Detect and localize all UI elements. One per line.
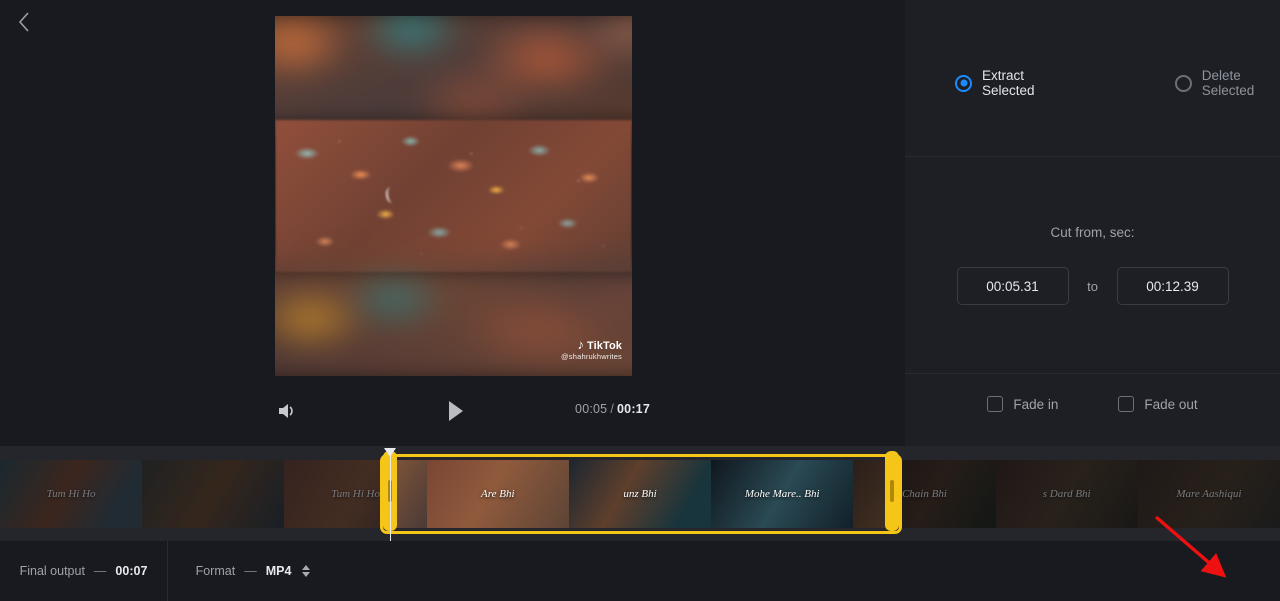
checkbox-fade-in[interactable]: Fade in [987,396,1058,412]
radio-delete-label: Delete Selected [1201,68,1255,98]
final-output-dash: — [93,564,107,578]
cut-end-input[interactable] [1116,267,1229,305]
tiktok-brand-label: TikTok [586,339,622,352]
filmstrip-thumbnail[interactable] [142,460,285,528]
filmstrip-thumbnail[interactable]: Chain Bhi [853,460,996,528]
filmstrip-thumbnail[interactable]: Tum Hi Ho [0,460,143,528]
volume-button[interactable] [274,398,302,424]
video-editor-window: ♪ TikTok @shahrukhwrites 00:05/00:17 Ext… [0,0,1280,601]
tiktok-note-icon: ♪ [577,337,584,353]
timeline[interactable]: Tum Hi Ho Tum Hi Ho Are Bhi unz Bhi Mohe Mar… [0,446,1280,541]
filmstrip-caption: Mohe Mare.. Bhi [744,488,820,500]
video-blur-top [275,16,632,130]
time-separator: / [610,402,615,416]
tiktok-watermark: ♪ TikTok @shahrukhwrites [560,337,622,362]
radio-extract-selected[interactable]: Extract Selected [955,68,1063,98]
final-output-info: Final output — 00:07 [0,541,168,601]
filmstrip-caption: Tum Hi Ho [46,488,96,500]
format-label: Format [195,564,236,578]
checkbox-unchecked-icon [1118,396,1135,412]
filmstrip-thumbnail[interactable]: unz Bhi [568,460,712,528]
mode-section: Extract Selected Delete Selected [905,0,1280,157]
options-panel: Extract Selected Delete Selected Cut fro… [905,0,1280,446]
player-controls: 00:05/00:17 [260,392,650,430]
filmstrip[interactable]: Tum Hi Ho Tum Hi Ho Are Bhi unz Bhi Mohe Mar… [0,460,1280,528]
fade-section: Fade in Fade out [905,374,1280,446]
fade-out-label: Fade out [1144,396,1198,412]
filmstrip-thumbnail[interactable]: Tum Hi Ho [284,460,427,528]
filmstrip-thumbnail[interactable]: Are Bhi [426,460,569,528]
fade-options: Fade in Fade out [905,396,1280,412]
radio-off-icon [1174,74,1192,92]
filmstrip-thumbnail[interactable]: Mohe Mare.. Bhi [711,460,854,528]
final-output-value: 00:07 [115,564,148,578]
current-time: 00:05 [575,402,608,416]
format-value: MP4 [265,564,292,578]
timeline-playhead[interactable] [384,448,396,541]
fade-in-label: Fade in [1013,396,1059,412]
filmstrip-thumbnail[interactable]: Mare Aashiqui [1137,460,1280,528]
total-time: 00:17 [617,402,650,416]
tiktok-handle-label: @shahrukhwrites [560,352,622,362]
filmstrip-caption: s Dard Bhi [1042,488,1091,500]
range-inputs: to [905,267,1280,305]
range-section: Cut from, sec: to [905,157,1280,374]
range-to-label: to [1087,278,1098,294]
cut-from-label: Cut from, sec: [1050,225,1135,240]
format-selector[interactable]: Format — MP4 [168,541,338,601]
filmstrip-caption: Chain Bhi [901,488,947,500]
video-frame-content [275,120,632,272]
filmstrip-caption: Tum Hi Ho [331,488,380,500]
video-preview[interactable]: ♪ TikTok @shahrukhwrites [275,16,632,376]
preview-area: ♪ TikTok @shahrukhwrites 00:05/00:17 [0,0,905,446]
checkbox-fade-out[interactable]: Fade out [1118,396,1198,412]
radio-extract-label: Extract Selected [982,68,1035,98]
play-icon [449,401,463,421]
stepper-updown-icon[interactable] [302,565,311,577]
chevron-left-icon [18,12,29,32]
filmstrip-caption: Are Bhi [481,488,515,500]
format-dash: — [244,564,257,578]
filmstrip-thumbnail[interactable]: s Dard Bhi [995,460,1138,528]
final-output-label: Final output [19,564,85,578]
bottom-bar: Final output — 00:07 Format — MP4 Export [0,541,1280,601]
radio-on-icon [955,74,972,92]
back-button[interactable] [8,6,40,38]
filmstrip-caption: unz Bhi [623,488,657,500]
time-display: 00:05/00:17 [575,402,650,416]
filmstrip-caption: Mare Aashiqui [1176,488,1242,500]
speaker-volume-icon [279,404,293,418]
cut-start-input[interactable] [956,267,1069,305]
checkbox-unchecked-icon [987,396,1004,412]
play-button[interactable] [440,396,472,426]
mode-radio-group: Extract Selected Delete Selected [955,68,1280,98]
radio-delete-selected[interactable]: Delete Selected [1174,68,1280,98]
